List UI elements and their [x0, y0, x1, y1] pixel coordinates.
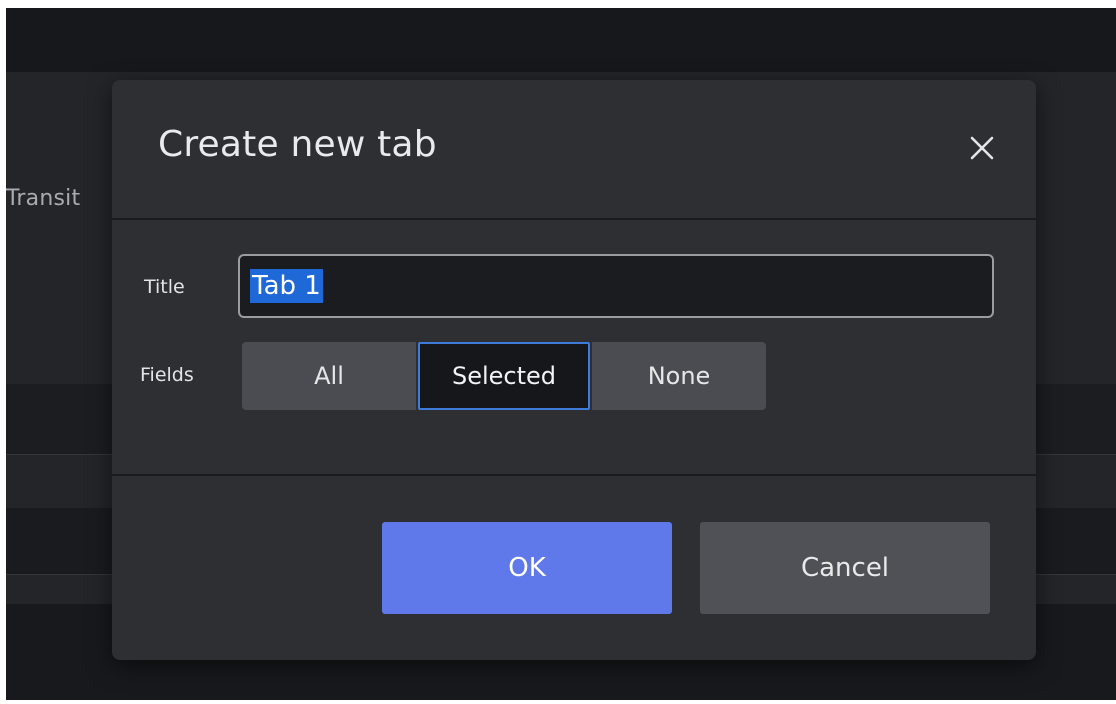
fields-label: Fields: [140, 364, 194, 386]
dialog-footer: OK Cancel: [112, 474, 1036, 660]
fields-option-all[interactable]: All: [242, 342, 416, 410]
dialog-title: Create new tab: [158, 124, 437, 165]
app-topbar: [6, 8, 1116, 72]
fields-option-none[interactable]: None: [592, 342, 766, 410]
create-tab-dialog: Create new tab Title Tab 1 Fields All Se…: [112, 80, 1036, 660]
dialog-header: Create new tab: [112, 80, 1036, 220]
app-window: Transit Create new tab Title Tab 1 Field…: [6, 8, 1116, 700]
fields-option-selected[interactable]: Selected: [418, 342, 590, 410]
dialog-body: Title Tab 1 Fields All Selected None: [112, 220, 1036, 474]
ok-button[interactable]: OK: [382, 522, 672, 614]
background-label: Transit: [6, 186, 81, 211]
close-icon: [970, 136, 994, 160]
title-label: Title: [144, 276, 185, 298]
title-input[interactable]: Tab 1: [238, 254, 994, 318]
cancel-button[interactable]: Cancel: [700, 522, 990, 614]
close-button[interactable]: [964, 130, 1000, 166]
title-input-value: Tab 1: [250, 269, 323, 303]
